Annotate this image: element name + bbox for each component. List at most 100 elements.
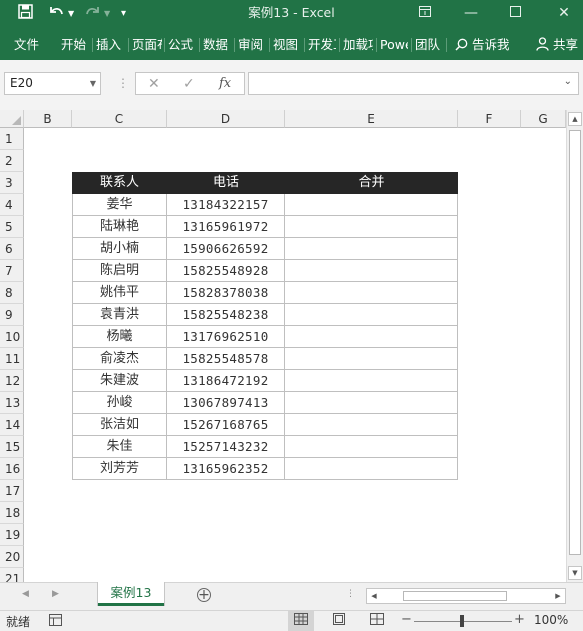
sheet-nav-next-icon[interactable]: ▶ xyxy=(52,589,59,599)
header-cell-phone[interactable]: 电话 xyxy=(167,172,285,194)
tab-formulas[interactable]: 公式 xyxy=(168,29,196,60)
column-header-g[interactable]: G xyxy=(521,110,566,128)
minimize-icon[interactable]: — xyxy=(460,3,482,23)
phone-cell[interactable]: 13176962510 xyxy=(167,326,285,348)
contact-name-cell[interactable]: 杨曦 xyxy=(72,326,167,348)
formula-bar-resize-handle[interactable]: ⋮ xyxy=(117,76,129,90)
phone-cell[interactable]: 13184322157 xyxy=(167,194,285,216)
merge-cell[interactable] xyxy=(285,436,458,458)
maximize-icon[interactable] xyxy=(504,3,526,23)
ribbon-display-options-icon[interactable] xyxy=(414,3,436,23)
zoom-out-icon[interactable]: − xyxy=(401,612,412,627)
tab-developer[interactable]: 开发工具 xyxy=(308,29,336,60)
zoom-in-icon[interactable]: + xyxy=(514,612,525,627)
contact-name-cell[interactable]: 陈启明 xyxy=(72,260,167,282)
horizontal-scrollbar[interactable]: ◀ ▶ xyxy=(366,588,566,604)
close-icon[interactable]: ✕ xyxy=(553,3,575,23)
contact-name-cell[interactable]: 张洁如 xyxy=(72,414,167,436)
row-header[interactable]: 18 xyxy=(0,502,24,524)
row-header[interactable]: 5 xyxy=(0,216,24,238)
merge-cell[interactable] xyxy=(285,458,458,480)
scroll-left-icon[interactable]: ◀ xyxy=(367,589,381,603)
row-header[interactable]: 2 xyxy=(0,150,24,172)
contact-name-cell[interactable]: 袁青洪 xyxy=(72,304,167,326)
row-header[interactable]: 21 xyxy=(0,568,24,582)
tab-file[interactable]: 文件 xyxy=(14,29,44,60)
share-button[interactable]: 共享 xyxy=(536,29,583,60)
phone-cell[interactable]: 15828378038 xyxy=(167,282,285,304)
contact-name-cell[interactable]: 姜华 xyxy=(72,194,167,216)
merge-cell[interactable] xyxy=(285,238,458,260)
row-header[interactable]: 7 xyxy=(0,260,24,282)
header-cell-merge[interactable]: 合并 xyxy=(285,172,458,194)
tab-review[interactable]: 审阅 xyxy=(238,29,266,60)
insert-function-icon[interactable]: fx xyxy=(219,75,231,93)
merge-cell[interactable] xyxy=(285,392,458,414)
cancel-icon[interactable]: ✕ xyxy=(148,75,160,93)
row-header[interactable]: 9 xyxy=(0,304,24,326)
row-header[interactable]: 19 xyxy=(0,524,24,546)
scroll-right-icon[interactable]: ▶ xyxy=(551,589,565,603)
column-header-e[interactable]: E xyxy=(285,110,458,128)
vertical-scrollbar[interactable]: ▲ ▼ xyxy=(566,110,583,582)
phone-cell[interactable]: 13165962352 xyxy=(167,458,285,480)
phone-cell[interactable]: 15825548578 xyxy=(167,348,285,370)
scroll-down-icon[interactable]: ▼ xyxy=(568,566,582,580)
scroll-up-icon[interactable]: ▲ xyxy=(568,112,582,126)
column-header-f[interactable]: F xyxy=(458,110,521,128)
sheet-nav-prev-icon[interactable]: ◀ xyxy=(22,589,29,599)
column-header-b[interactable]: B xyxy=(24,110,72,128)
sheet-tab-active[interactable]: 案例13 xyxy=(98,582,164,606)
row-header[interactable]: 14 xyxy=(0,414,24,436)
merge-cell[interactable] xyxy=(285,370,458,392)
row-header[interactable]: 16 xyxy=(0,458,24,480)
merge-cell[interactable] xyxy=(285,194,458,216)
macro-record-icon[interactable] xyxy=(49,614,63,630)
contact-name-cell[interactable]: 朱佳 xyxy=(72,436,167,458)
row-header[interactable]: 13 xyxy=(0,392,24,414)
row-header[interactable]: 8 xyxy=(0,282,24,304)
page-break-view-icon[interactable] xyxy=(364,611,390,631)
contact-name-cell[interactable]: 朱建波 xyxy=(72,370,167,392)
merge-cell[interactable] xyxy=(285,414,458,436)
contact-name-cell[interactable]: 陆琳艳 xyxy=(72,216,167,238)
phone-cell[interactable]: 13165961972 xyxy=(167,216,285,238)
row-header[interactable]: 20 xyxy=(0,546,24,568)
formula-input[interactable]: ⌄ xyxy=(248,72,579,95)
phone-cell[interactable]: 13067897413 xyxy=(167,392,285,414)
tab-power-pivot[interactable]: Power Pivot xyxy=(380,29,408,60)
row-header[interactable]: 1 xyxy=(0,128,24,150)
row-header[interactable]: 15 xyxy=(0,436,24,458)
merge-cell[interactable] xyxy=(285,216,458,238)
merge-cell[interactable] xyxy=(285,326,458,348)
column-header-c[interactable]: C xyxy=(72,110,167,128)
row-header[interactable]: 3 xyxy=(0,172,24,194)
new-sheet-button[interactable]: + xyxy=(197,588,211,602)
row-header[interactable]: 10 xyxy=(0,326,24,348)
horizontal-scroll-thumb[interactable] xyxy=(403,591,507,601)
zoom-slider-thumb[interactable] xyxy=(460,615,464,627)
normal-view-icon[interactable] xyxy=(288,611,314,631)
phone-cell[interactable]: 15267168765 xyxy=(167,414,285,436)
chevron-down-icon[interactable]: ▼ xyxy=(90,73,96,94)
contact-name-cell[interactable]: 刘芳芳 xyxy=(72,458,167,480)
name-box[interactable]: E20 ▼ xyxy=(4,72,101,95)
tab-split-handle[interactable]: ⋮ xyxy=(346,589,355,599)
tab-team[interactable]: 团队 xyxy=(415,29,443,60)
enter-icon[interactable]: ✓ xyxy=(183,75,195,93)
contact-name-cell[interactable]: 俞凌杰 xyxy=(72,348,167,370)
vertical-scroll-thumb[interactable] xyxy=(569,130,581,555)
tab-home[interactable]: 开始 xyxy=(61,29,89,60)
phone-cell[interactable]: 15825548238 xyxy=(167,304,285,326)
row-header[interactable]: 17 xyxy=(0,480,24,502)
row-header[interactable]: 4 xyxy=(0,194,24,216)
phone-cell[interactable]: 15906626592 xyxy=(167,238,285,260)
phone-cell[interactable]: 15257143232 xyxy=(167,436,285,458)
phone-cell[interactable]: 13186472192 xyxy=(167,370,285,392)
contact-name-cell[interactable]: 姚伟平 xyxy=(72,282,167,304)
merge-cell[interactable] xyxy=(285,304,458,326)
tab-view[interactable]: 视图 xyxy=(273,29,301,60)
contact-name-cell[interactable]: 孙峻 xyxy=(72,392,167,414)
page-layout-view-icon[interactable] xyxy=(326,611,352,631)
tab-data[interactable]: 数据 xyxy=(203,29,231,60)
